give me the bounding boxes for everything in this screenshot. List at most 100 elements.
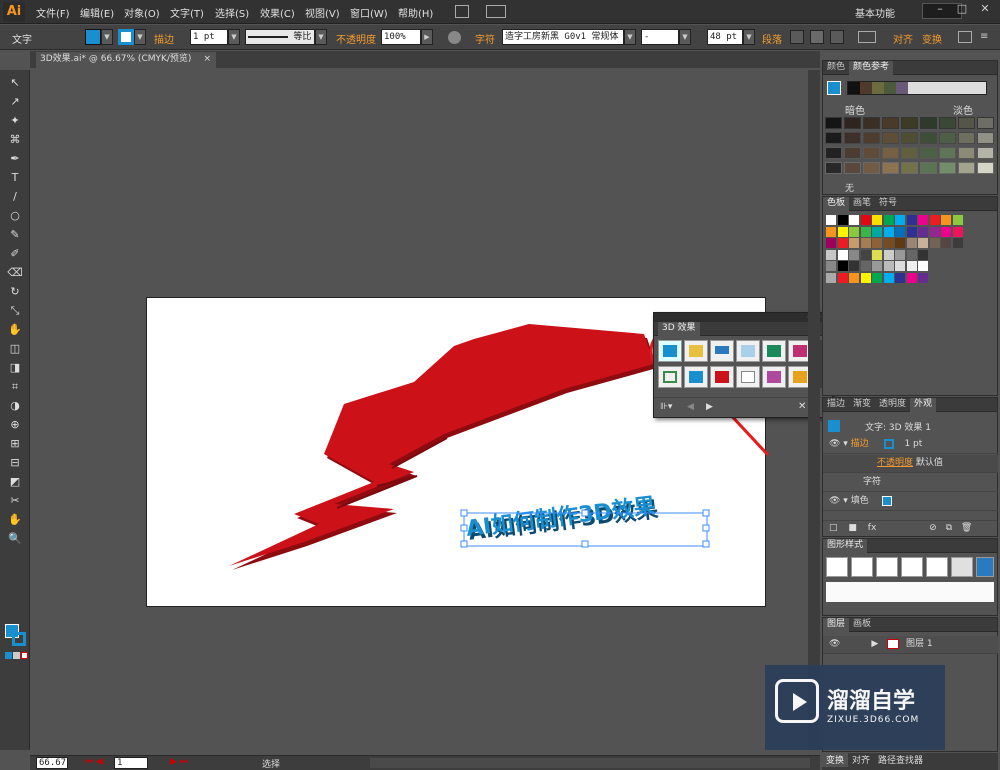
envelope-icon[interactable] (858, 31, 876, 43)
fx-panel-tab[interactable]: 3D 效果 (658, 322, 700, 336)
tool-button[interactable]: ⊕ (6, 417, 24, 433)
swatch-cell[interactable] (860, 261, 871, 271)
fill-swatch[interactable] (85, 29, 101, 45)
tab-stroke[interactable]: 描边 (823, 398, 849, 412)
graphic-style-cell[interactable] (951, 557, 973, 577)
minimize-button[interactable]: – (930, 0, 950, 20)
paragraph-link[interactable]: 段落 (762, 31, 782, 46)
swatch-cell[interactable] (929, 238, 940, 248)
swatch-cell[interactable] (849, 215, 859, 225)
base-color-swatch[interactable] (827, 81, 841, 95)
red-3d-bolt-shape[interactable] (229, 324, 657, 570)
tab-graphic-styles[interactable]: 图形样式 (823, 539, 868, 553)
fx-next-icon[interactable]: ▶ (706, 402, 713, 412)
align-right-icon[interactable] (830, 30, 844, 44)
selection-handle[interactable] (581, 540, 589, 548)
menu-effect[interactable]: 效果(C) (260, 5, 295, 20)
color-guide-cell[interactable] (977, 132, 994, 144)
swatch-cell[interactable] (826, 272, 836, 283)
swatch-cell[interactable] (849, 261, 859, 271)
swatch-cell[interactable] (883, 226, 894, 237)
tab-gradient[interactable]: 渐变 (849, 398, 875, 412)
color-guide-cell[interactable] (901, 117, 918, 129)
add-effect-icon[interactable]: fx (868, 523, 877, 533)
color-guide-cell[interactable] (939, 147, 956, 159)
horizontal-scrollbar[interactable] (370, 758, 810, 768)
tool-button[interactable]: ○ (6, 208, 24, 224)
swatch-cell[interactable] (826, 238, 836, 248)
clear-appearance-icon[interactable]: ⊘ (929, 523, 937, 533)
color-guide-cell[interactable] (844, 162, 861, 174)
delete-item-icon[interactable]: 🗑 (961, 523, 972, 533)
fx-style-cell[interactable] (710, 366, 734, 388)
duplicate-item-icon[interactable]: ⧉ (946, 523, 952, 533)
graphic-style-cell[interactable] (851, 557, 873, 577)
fx-prev-icon[interactable]: ◀ (687, 402, 694, 412)
color-guide-cell[interactable] (958, 162, 975, 174)
color-guide-cell[interactable] (882, 132, 899, 144)
fx-style-cell[interactable] (762, 340, 786, 362)
stroke-swatch[interactable] (118, 29, 134, 45)
maximize-button[interactable]: □ (952, 0, 972, 20)
swatch-cell[interactable] (895, 238, 905, 248)
stroke-color-icon[interactable] (12, 632, 26, 646)
selection-handle[interactable] (581, 509, 589, 517)
tab-color[interactable]: 颜色 (823, 61, 849, 75)
color-guide-cell[interactable] (939, 117, 956, 129)
zoom-field[interactable]: 66.67 (36, 757, 68, 769)
font-size-field[interactable]: 48 pt (707, 29, 743, 45)
tool-button[interactable]: / (6, 189, 24, 205)
tab-appearance[interactable]: 外观 (910, 398, 937, 412)
align-center-icon[interactable] (810, 30, 824, 44)
tool-button[interactable]: ◫ (6, 341, 24, 357)
swatch-cell[interactable] (860, 238, 871, 248)
color-guide-cell[interactable] (844, 147, 861, 159)
tool-button[interactable]: ✎ (6, 227, 24, 243)
menu-object[interactable]: 对象(O) (124, 5, 160, 20)
swatch-cell[interactable] (906, 238, 917, 248)
color-guide-cell[interactable] (901, 162, 918, 174)
selection-handle[interactable] (702, 540, 710, 548)
appearance-opacity-link[interactable]: 不透明度 (877, 458, 913, 468)
tool-button[interactable]: ◩ (6, 474, 24, 490)
tab-symbols[interactable]: 符号 (875, 197, 901, 211)
color-guide-cell[interactable] (863, 162, 880, 174)
color-guide-cell[interactable] (863, 147, 880, 159)
fx-style-cell[interactable] (762, 366, 786, 388)
tool-button[interactable]: ✋ (6, 322, 24, 338)
swatch-cell[interactable] (826, 226, 836, 237)
close-tab-icon[interactable]: × (203, 52, 211, 67)
swatch-cell[interactable] (929, 215, 940, 225)
color-guide-cell[interactable] (825, 117, 842, 129)
swatch-cell[interactable] (952, 226, 963, 237)
opacity-dropdown[interactable]: ▶ (421, 29, 433, 45)
document-tab[interactable]: 3D效果.ai* @ 66.67% (CMYK/预览) × (36, 52, 216, 68)
transform-link[interactable]: 变换 (922, 31, 942, 46)
graphic-style-cell[interactable] (901, 557, 923, 577)
appearance-fill-row[interactable]: 👁 ▾ 填色 (823, 493, 998, 511)
recolor-icon[interactable] (448, 31, 461, 44)
appearance-stroke-row[interactable]: 👁 ▾ 描边 1 pt (823, 436, 998, 454)
layer-row[interactable]: 👁 ▶ 图层 1 (823, 636, 998, 654)
swatch-cell[interactable] (837, 261, 848, 271)
color-guide-cell[interactable] (863, 117, 880, 129)
3d-text-group[interactable]: AI如何制作3D效果 AI如何制作3D效果 (465, 493, 660, 546)
swatch-cell[interactable] (918, 272, 928, 283)
tab-transparency[interactable]: 透明度 (875, 398, 910, 412)
swatch-cell[interactable] (837, 238, 848, 248)
font-family-dropdown[interactable]: ▼ (624, 29, 636, 45)
menu-window[interactable]: 窗口(W) (350, 5, 388, 20)
tab-brushes[interactable]: 画笔 (849, 197, 875, 211)
color-guide-cell[interactable] (920, 147, 937, 159)
opacity-field[interactable]: 100% (381, 29, 421, 45)
fx-panel-grip[interactable]: ⊲ ⊳ ✕ (654, 313, 832, 322)
swatch-cell[interactable] (837, 226, 848, 237)
swatch-cell[interactable] (872, 272, 882, 283)
swatch-cell[interactable] (826, 215, 836, 225)
color-guide-cell[interactable] (977, 162, 994, 174)
color-guide-cell[interactable] (977, 147, 994, 159)
gradient-mode-icon[interactable] (13, 652, 20, 659)
arrange-documents-icon[interactable] (486, 5, 506, 18)
swatch-cell[interactable] (837, 249, 848, 260)
tab-swatches[interactable]: 色板 (823, 197, 850, 211)
